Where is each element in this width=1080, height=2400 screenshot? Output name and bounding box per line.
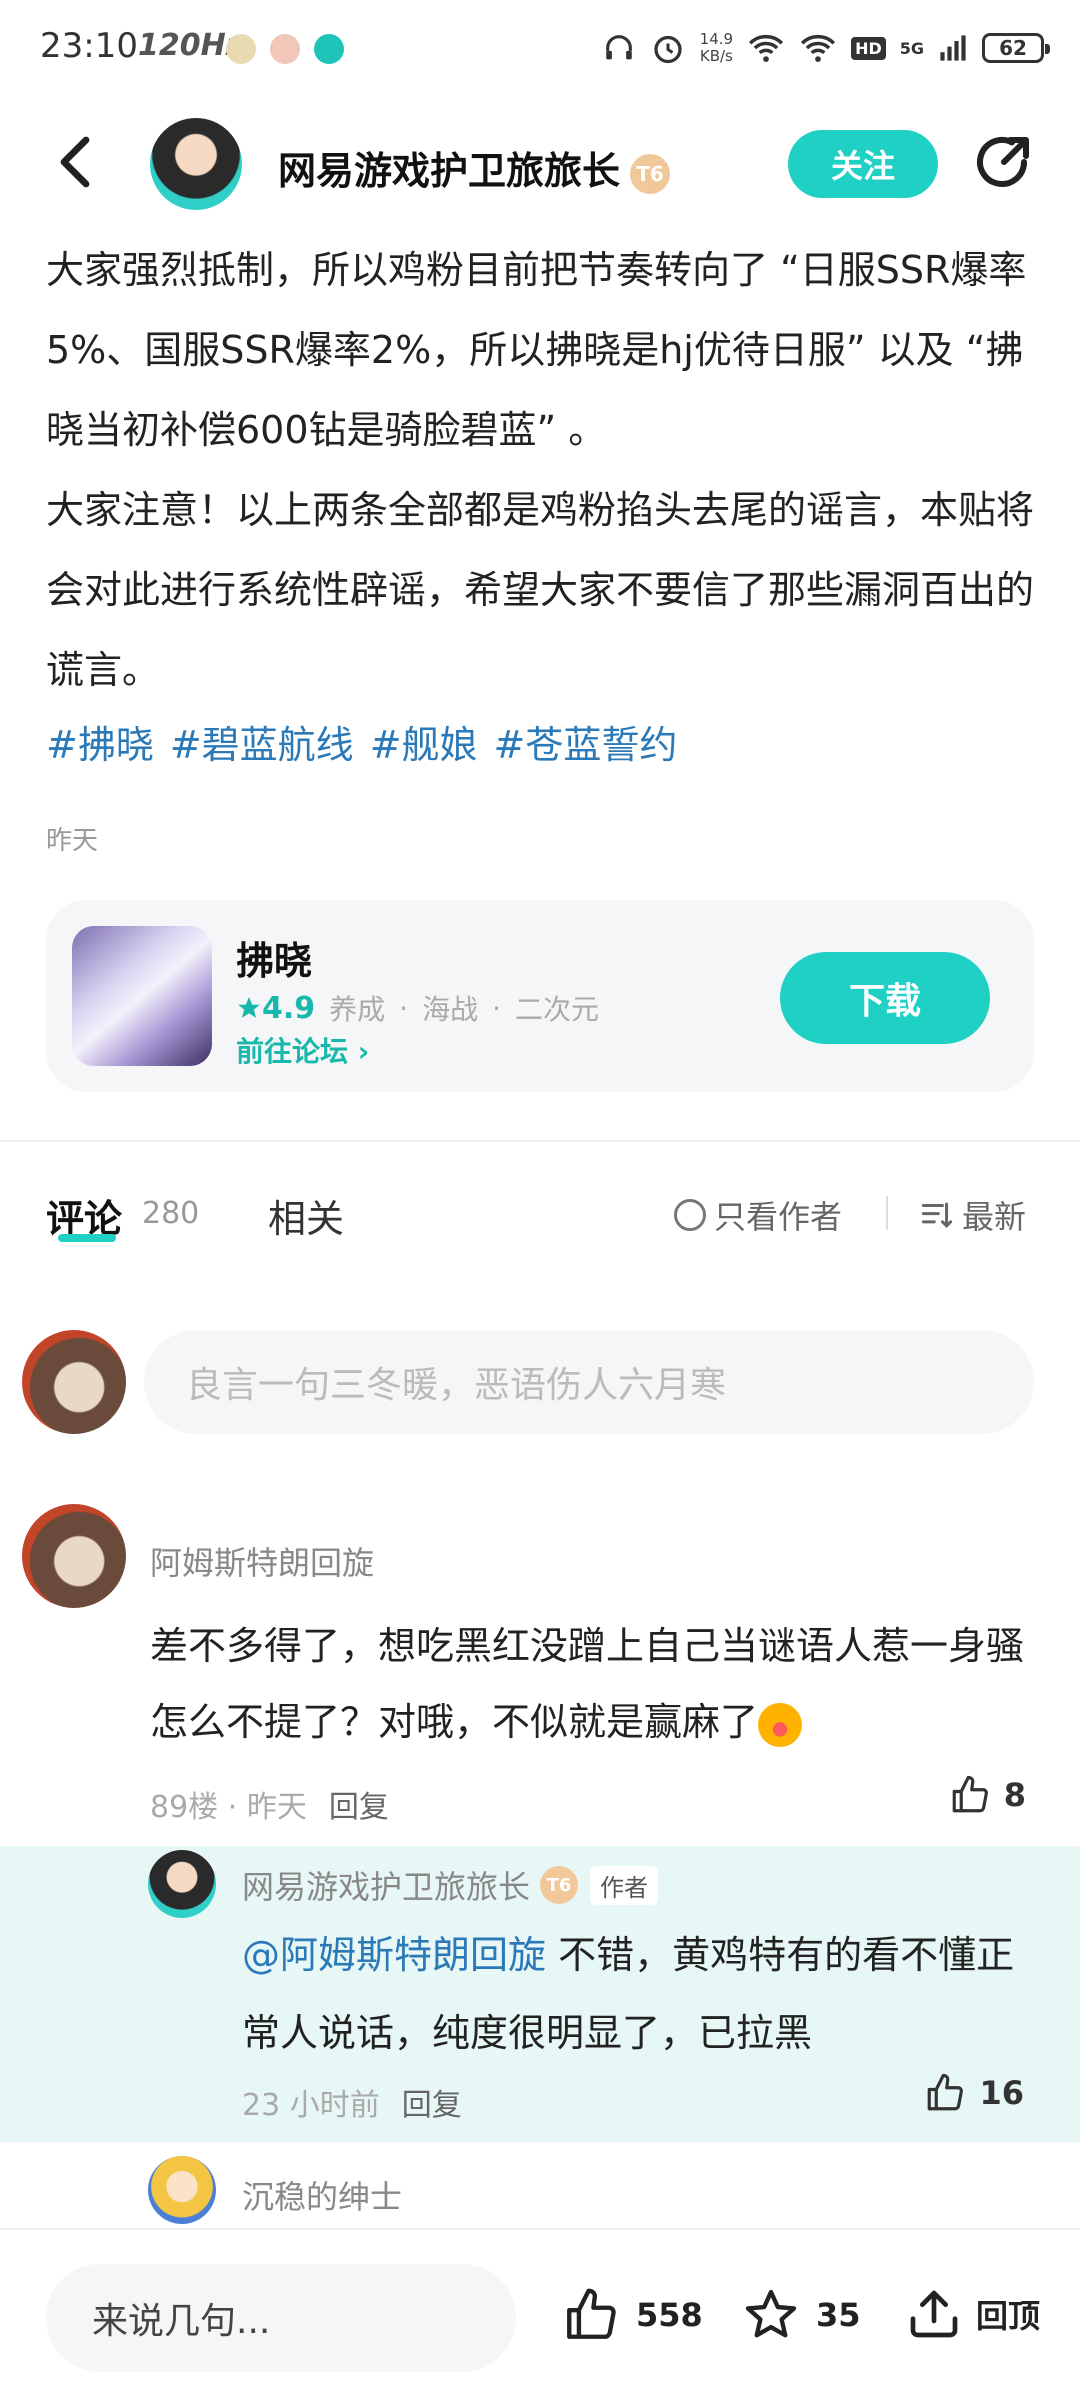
reply-author-avatar[interactable] bbox=[148, 1850, 216, 1918]
back-to-top-button[interactable]: 回顶 bbox=[906, 2286, 1040, 2342]
topic-tag[interactable]: #舰娘 bbox=[370, 714, 478, 769]
active-tab-indicator bbox=[58, 1234, 116, 1242]
my-avatar bbox=[22, 1330, 126, 1434]
post-like-button[interactable]: 558 bbox=[560, 2286, 703, 2344]
commenter-name[interactable]: 阿姆斯特朗回旋 bbox=[150, 1538, 374, 1584]
level-badge: T6 bbox=[540, 1866, 579, 1904]
commenter-avatar[interactable] bbox=[22, 1504, 126, 1608]
share-icon bbox=[977, 137, 1029, 187]
sort-icon bbox=[921, 1202, 953, 1229]
wifi-icon bbox=[800, 34, 836, 62]
game-icon[interactable] bbox=[72, 926, 212, 1066]
emoji-icon bbox=[758, 1702, 803, 1747]
sort-newest-button[interactable]: 最新 bbox=[920, 1192, 1026, 1238]
level-badge: T6 bbox=[630, 153, 671, 194]
topic-tag[interactable]: #苍蓝誓约 bbox=[494, 714, 678, 769]
network-type: 5G bbox=[899, 38, 924, 58]
notification-app-icon bbox=[270, 34, 300, 64]
bottom-bar: 来说几句... 558 35 回顶 bbox=[0, 2228, 1080, 2400]
filter-divider bbox=[886, 1196, 888, 1230]
reply-button[interactable]: 回复 bbox=[402, 2080, 462, 2124]
star-icon bbox=[238, 996, 260, 1018]
share-button[interactable] bbox=[970, 132, 1034, 196]
post-paragraph: 大家注意！以上两条全部都是鸡粉掐头去尾的谣言，本贴将会对此进行系统性辟谣，希望大… bbox=[46, 488, 1035, 692]
commenter-avatar[interactable] bbox=[148, 2156, 216, 2224]
reply-button[interactable]: 回复 bbox=[329, 1782, 389, 1826]
follow-button[interactable]: 关注 bbox=[788, 130, 938, 198]
reply-text: @阿姆斯特朗回旋 不错，黄鸡特有的看不懂正常人说话，纯度很明显了，已拉黑 bbox=[242, 1933, 1015, 2055]
comment-floor: 89楼 · 昨天 bbox=[150, 1790, 307, 1825]
section-divider bbox=[0, 1140, 1080, 1142]
star-outline-icon bbox=[745, 2289, 797, 2338]
comment-input[interactable]: 良言一句三冬暖，恶语伤人六月寒 bbox=[144, 1330, 1034, 1434]
genre-label: 海战 bbox=[422, 993, 479, 1026]
mention-link[interactable]: @阿姆斯特朗回旋 bbox=[242, 1933, 546, 1977]
notification-app-icon bbox=[226, 34, 256, 64]
network-speed: 14.9 KB/s bbox=[699, 30, 734, 65]
author-avatar[interactable] bbox=[150, 118, 242, 210]
notification-app-icon bbox=[314, 34, 344, 64]
favorite-button[interactable]: 35 bbox=[740, 2286, 861, 2344]
reply-time: 23 小时前 bbox=[242, 2088, 380, 2123]
comment-like-button[interactable]: 8 bbox=[948, 1774, 1026, 1816]
reply-author-name[interactable]: 网易游戏护卫旅旅长 T6 作者 bbox=[242, 1862, 659, 1908]
comment-meta: 89楼 · 昨天 回复 bbox=[150, 1782, 389, 1826]
post-body: 大家强烈抵制，所以鸡粉目前把节奏转向了 “日服SSR爆率5%、国服SSR爆率2%… bbox=[46, 230, 1036, 710]
game-rating: 4.9 bbox=[236, 991, 315, 1026]
forum-link[interactable]: 前往论坛 › bbox=[236, 1030, 369, 1070]
thumbs-up-icon bbox=[928, 2073, 964, 2111]
post-paragraph: 大家强烈抵制，所以鸡粉目前把节奏转向了 “日服SSR爆率5%、国服SSR爆率2%… bbox=[46, 248, 1027, 452]
genre-label: 养成 bbox=[329, 993, 386, 1026]
author-name[interactable]: 网易游戏护卫旅旅长 T6 bbox=[278, 140, 671, 195]
alarm-icon bbox=[654, 35, 682, 64]
topic-tag[interactable]: #拂晓 bbox=[46, 714, 154, 769]
topic-tags: #拂晓 #碧蓝航线 #舰娘 #苍蓝誓约 bbox=[46, 714, 677, 769]
hd-badge: HD bbox=[851, 36, 886, 60]
author-tag: 作者 bbox=[590, 1865, 659, 1905]
comment-text: 差不多得了，想吃黑红没蹭上自己当谜语人惹一身骚怎么不提了？对哦，不似就是赢麻了 bbox=[150, 1608, 1030, 1760]
genre-label: 二次元 bbox=[515, 993, 600, 1026]
wifi-icon bbox=[748, 34, 784, 62]
commenter-name[interactable]: 沉稳的绅士 bbox=[242, 2172, 402, 2218]
thumbs-up-icon bbox=[567, 2288, 616, 2339]
tab-related[interactable]: 相关 bbox=[268, 1188, 344, 1243]
chevron-left-icon bbox=[60, 136, 90, 188]
author-only-toggle[interactable]: 只看作者 bbox=[674, 1192, 842, 1238]
comments-count: 280 bbox=[142, 1196, 200, 1231]
game-name: 拂晓 bbox=[236, 939, 313, 983]
topic-tag[interactable]: #碧蓝航线 bbox=[170, 714, 354, 769]
headphones-icon bbox=[605, 35, 632, 60]
reply-like-button[interactable]: 16 bbox=[923, 2072, 1024, 2114]
status-bar: 23:10 120Hz 14.9 KB/s HD 5G 62 bbox=[0, 0, 1080, 96]
game-meta: 4.9 养成 · 海战 · 二次元 bbox=[236, 988, 599, 1028]
back-button[interactable] bbox=[44, 132, 104, 192]
signal-icon bbox=[940, 35, 966, 61]
radio-icon bbox=[674, 1199, 706, 1231]
upload-icon bbox=[910, 2290, 958, 2338]
reply-meta: 23 小时前 回复 bbox=[242, 2080, 462, 2124]
bottom-comment-input[interactable]: 来说几句... bbox=[46, 2264, 516, 2372]
battery-icon: 62 bbox=[982, 33, 1050, 63]
download-button[interactable]: 下载 bbox=[780, 952, 990, 1044]
post-header: 网易游戏护卫旅旅长 T6 关注 bbox=[0, 108, 1080, 218]
game-card[interactable]: 拂晓 4.9 养成 · 海战 · 二次元 前往论坛 › 下载 bbox=[46, 900, 1034, 1092]
post-time: 昨天 bbox=[46, 826, 99, 856]
thumbs-up-icon bbox=[952, 1775, 988, 1813]
status-time: 23:10 bbox=[40, 26, 138, 66]
